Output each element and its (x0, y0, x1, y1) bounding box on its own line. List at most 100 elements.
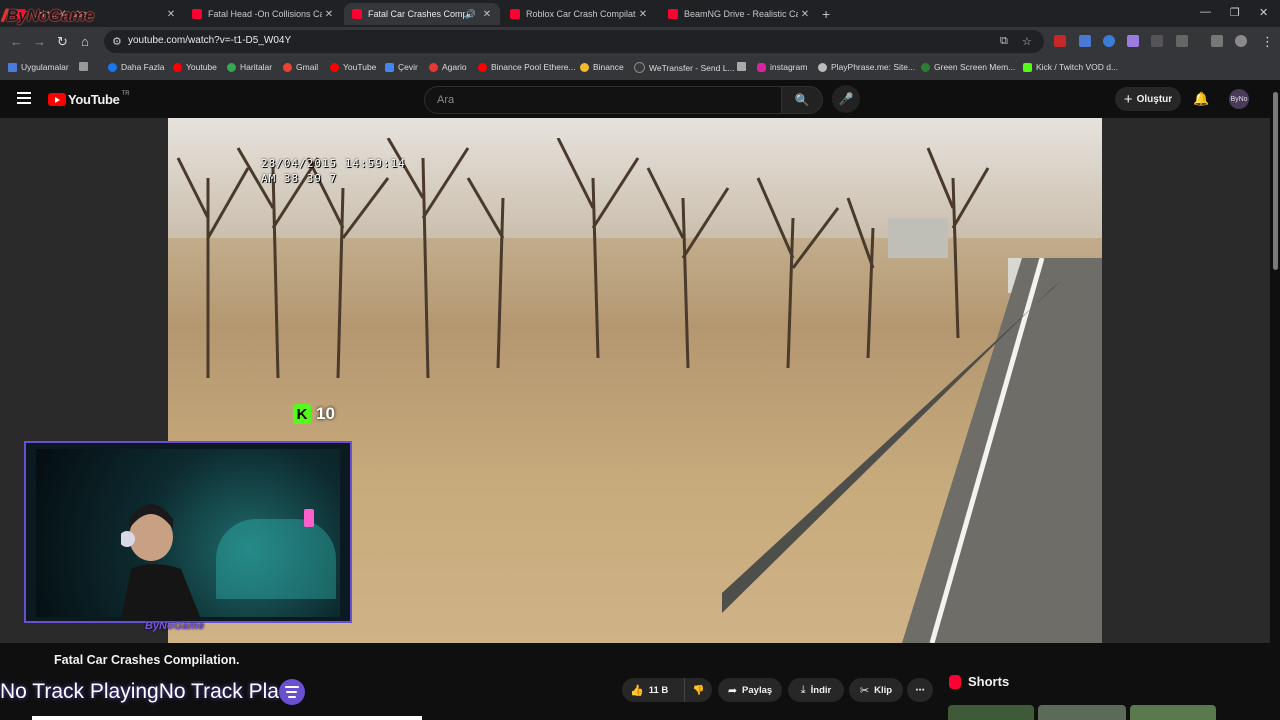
minimize-icon[interactable]: — (1200, 6, 1211, 18)
bookmarks-bar: Uygulamalar Daha Fazla Youtube Haritalar… (0, 57, 1280, 81)
scrollbar-thumb[interactable] (1273, 92, 1278, 270)
new-tab-icon[interactable]: + (822, 6, 830, 22)
back-arrow-icon[interactable]: ← (10, 34, 23, 49)
microphone-icon: 🎤 (838, 92, 854, 106)
youtube-icon (330, 62, 339, 72)
browser-tab[interactable]: BeamNG Drive - Realistic Car C ✕ (660, 3, 818, 25)
site-info-icon[interactable]: ⚙ (112, 35, 122, 48)
bookmark-item[interactable]: Agario (429, 62, 467, 72)
bookmark-item[interactable]: Kick / Twitch VOD d... (1023, 62, 1118, 72)
bookmark-item[interactable]: Binance Pool Ethere... (478, 62, 576, 72)
document-icon (737, 62, 746, 71)
close-tab-icon[interactable]: ✕ (164, 9, 178, 20)
shorts-header: Shorts (949, 674, 1009, 689)
reload-icon[interactable]: ↻ (57, 34, 68, 50)
youtube-logo[interactable]: YouTube TR (48, 91, 130, 107)
streamer-webcam-overlay (24, 441, 352, 623)
search-button[interactable]: 🔍 (781, 86, 823, 114)
browser-tab-active[interactable]: Fatal Car Crashes Compilati 🔊 ✕ (344, 3, 500, 25)
plus-icon: + (1123, 90, 1133, 108)
tab-title: Fatal Car Crashes Compilati (368, 9, 465, 19)
bookmark-apps[interactable]: Uygulamalar (8, 62, 69, 72)
more-actions-button[interactable]: ⋯ (907, 678, 933, 702)
notifications-bell-icon[interactable]: 🔔 (1193, 91, 1209, 107)
shorts-thumbnail[interactable] (948, 705, 1034, 720)
close-window-icon[interactable]: ✕ (1259, 6, 1268, 19)
bookmark-grid[interactable] (79, 62, 92, 71)
extension-new-icon[interactable] (1054, 35, 1066, 47)
install-app-icon[interactable]: ⧉ (1000, 35, 1008, 48)
close-tab-icon[interactable]: ✕ (480, 9, 494, 20)
close-tab-icon[interactable]: ✕ (798, 9, 812, 20)
youtube-header: YouTube TR 🔍 (0, 80, 1280, 118)
download-icon: ⤓ (800, 683, 806, 696)
extension-image-icon[interactable] (1151, 35, 1163, 47)
bookmark-item[interactable]: Binance (580, 62, 624, 72)
youtube-icon (173, 62, 182, 72)
video-title: Fatal Car Crashes Compilation. (54, 653, 240, 667)
bookmark-item[interactable]: Green Screen Mem... (921, 62, 1015, 72)
close-tab-icon[interactable]: ✕ (322, 9, 336, 20)
extension-audio-icon[interactable] (1103, 35, 1115, 47)
extension-translate-icon[interactable] (1079, 35, 1091, 47)
hamburger-menu-icon[interactable] (17, 92, 31, 107)
youtube-favicon-icon (352, 9, 362, 19)
url-text: youtube.com/watch?v=-t1-D5_W04Y (128, 35, 292, 46)
thumbs-up-icon: 👍 (630, 684, 644, 697)
dashcam-info: AM 38 39 7 (261, 172, 338, 185)
tab-title: BeamNG Drive - Realistic Car C (684, 9, 798, 19)
create-button[interactable]: + Oluştur (1115, 87, 1181, 111)
webcam-scene (36, 449, 340, 619)
dislike-button[interactable]: 👎 (684, 678, 712, 702)
bookmark-item[interactable]: WeTransfer - Send L... (634, 62, 735, 73)
more-dots-icon: ⋯ (915, 684, 925, 696)
avatar[interactable]: ByNo (1229, 89, 1249, 109)
forward-arrow-icon[interactable]: → (33, 34, 46, 49)
dashcam-timestamp: 28/04/2015 14:59:14 (261, 157, 406, 170)
playphrase-icon (818, 62, 827, 72)
bookmark-item[interactable]: instagram (757, 62, 807, 72)
restore-icon[interactable]: ❐ (1230, 6, 1240, 19)
close-tab-icon[interactable]: ✕ (636, 9, 650, 20)
bookmark-star-icon[interactable]: ☆ (1022, 35, 1032, 48)
search-box (424, 86, 783, 114)
bookmark-item[interactable]: PlayPhrase.me: Site... (818, 62, 915, 72)
youtube-favicon-icon (510, 9, 520, 19)
shorts-thumbnail[interactable] (1038, 705, 1126, 720)
bookmark-item[interactable]: Çevir (385, 62, 418, 72)
kick-logo-icon: K (293, 404, 311, 424)
scissors-icon: ✂ (859, 684, 870, 697)
like-button[interactable]: 👍 11 B (622, 678, 684, 702)
bookmark-item[interactable]: Haritalar (227, 62, 272, 72)
gmail-icon (283, 62, 292, 72)
shorts-thumbnail[interactable] (1130, 705, 1216, 720)
bookmark-item[interactable]: Gmail (283, 62, 318, 72)
extension-pen-icon[interactable] (1127, 35, 1139, 47)
translate-icon (385, 62, 394, 72)
reading-list-icon[interactable] (1211, 35, 1223, 47)
download-button[interactable]: ⤓ İndir (788, 678, 844, 702)
binance-icon (580, 62, 589, 72)
bookmark-folder[interactable] (737, 62, 750, 71)
page-scrollbar[interactable] (1270, 80, 1280, 720)
menu-dots-icon[interactable]: ⋮ (1261, 34, 1274, 50)
clip-button[interactable]: ✂ Klip (849, 678, 903, 702)
bookmark-item[interactable]: Daha Fazla (108, 62, 164, 72)
bookmark-item[interactable]: Youtube (173, 62, 217, 72)
profile-icon[interactable] (1235, 35, 1247, 47)
bookmark-item[interactable]: YouTube (330, 62, 376, 72)
speaker-icon[interactable]: 🔊 (465, 9, 476, 20)
voice-search-button[interactable]: 🎤 (832, 85, 860, 113)
extensions-puzzle-icon[interactable] (1176, 35, 1188, 47)
home-icon[interactable]: ⌂ (81, 34, 89, 49)
tab-title: Fatal Head -On Collisions Caug (208, 9, 322, 19)
share-button[interactable]: ➦ Paylaş (718, 678, 782, 702)
browser-tab[interactable]: Fatal Head -On Collisions Caug ✕ (184, 3, 342, 25)
browser-tab[interactable]: Roblox Car Crash Compilation ✕ (502, 3, 656, 25)
wetransfer-icon (634, 62, 645, 73)
instagram-icon (757, 62, 766, 72)
address-bar[interactable]: ⚙ youtube.com/watch?v=-t1-D5_W04Y ⧉ ☆ (104, 30, 1044, 53)
webcam-name-label: ByNoGame (145, 620, 205, 632)
now-playing-ticker: No Track PlayingNo Track Pla (0, 677, 305, 707)
search-input[interactable] (435, 93, 759, 107)
